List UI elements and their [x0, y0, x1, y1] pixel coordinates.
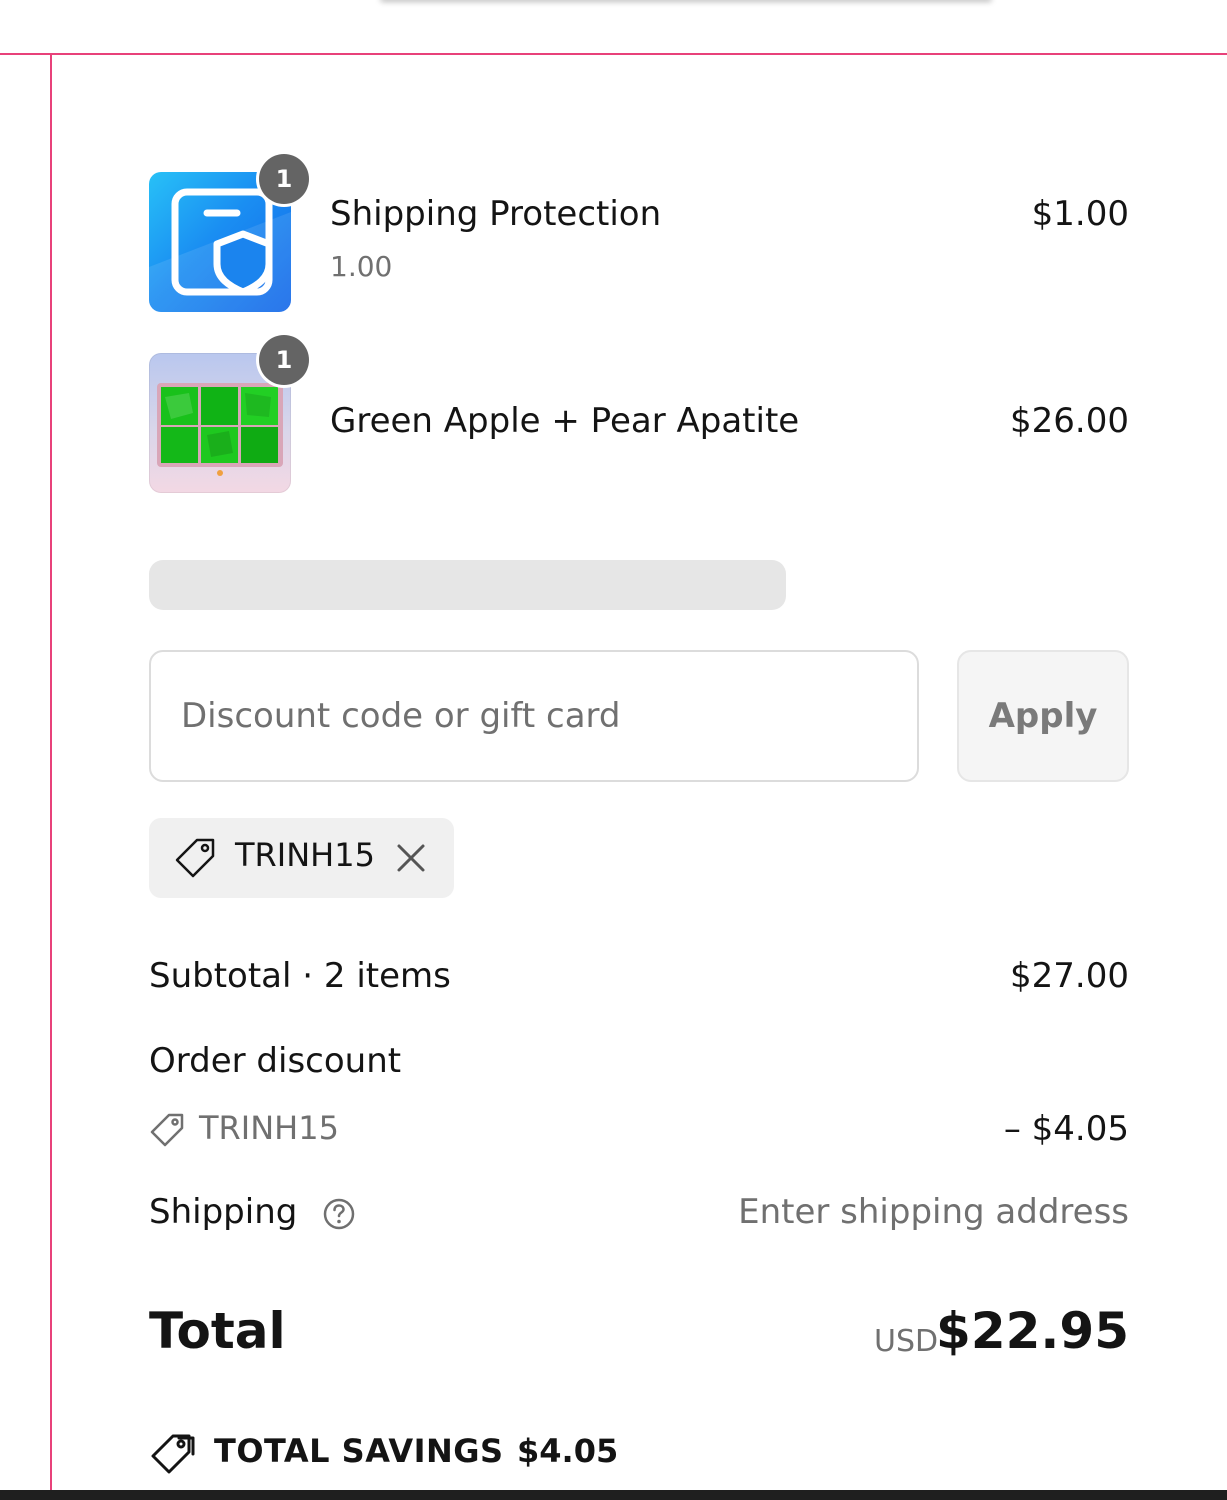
- savings-tag-icon: [151, 1434, 195, 1474]
- quantity-badge: 1: [259, 335, 309, 385]
- help-circle-icon[interactable]: [322, 1197, 356, 1231]
- apply-discount-button[interactable]: Apply: [957, 650, 1129, 782]
- discount-code-input[interactable]: [149, 650, 919, 782]
- order-discount-code: TRINH15: [199, 1109, 339, 1147]
- tag-icon: [150, 1113, 184, 1147]
- item-price: $1.00: [1031, 194, 1129, 234]
- item-name: Green Apple + Pear Apatite: [330, 401, 800, 441]
- subtotal-value: $27.00: [1010, 956, 1129, 996]
- bottom-bar: [0, 1490, 1227, 1500]
- item-variant: 1.00: [330, 250, 393, 283]
- remove-discount-close-icon[interactable]: [393, 840, 429, 876]
- order-discount-value: – $4.05: [1003, 1109, 1129, 1149]
- subtotal-label: Subtotal · 2 items: [149, 956, 451, 996]
- line-item: 1 Green Apple + Pear Apatite $26.00: [149, 335, 1129, 495]
- frame-border-top: [0, 53, 1227, 55]
- quantity-badge: 1: [259, 154, 309, 204]
- total-label: Total: [149, 1302, 286, 1360]
- item-name: Shipping Protection: [330, 194, 662, 234]
- line-item: 1 Shipping Protection 1.00 $1.00: [149, 154, 1129, 314]
- order-discount-label: Order discount: [149, 1041, 402, 1081]
- total-savings-label: TOTAL SAVINGS: [214, 1432, 504, 1470]
- loading-skeleton: [149, 560, 786, 610]
- total-currency: USD: [874, 1324, 939, 1359]
- shipping-value: Enter shipping address: [738, 1192, 1129, 1232]
- item-price: $26.00: [1010, 401, 1129, 441]
- total-savings-amount: $4.05: [517, 1432, 619, 1470]
- applied-discount-tag: TRINH15: [149, 818, 454, 898]
- tag-icon: [175, 838, 215, 878]
- applied-discount-code: TRINH15: [235, 836, 375, 874]
- total-amount: $22.95: [936, 1302, 1129, 1360]
- frame-border-left: [50, 53, 52, 1500]
- shipping-label: Shipping: [149, 1192, 298, 1232]
